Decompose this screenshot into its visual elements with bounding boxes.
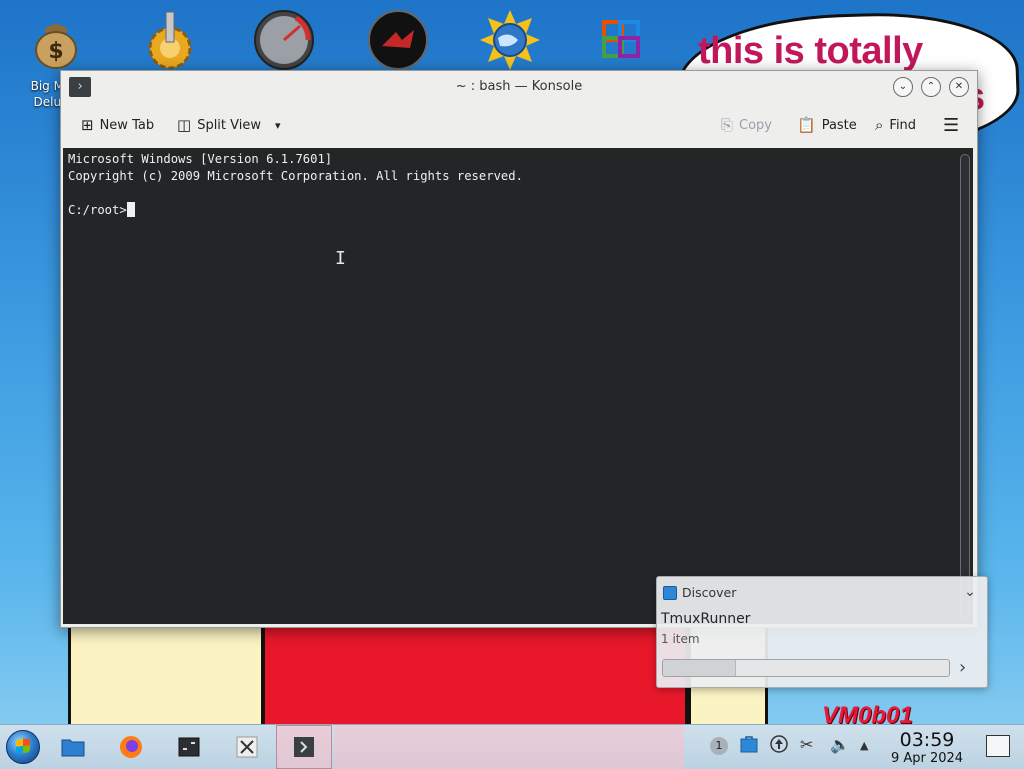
split-view-icon: ◫ [177, 116, 192, 134]
terminal-prompt: C:/root> [68, 203, 127, 217]
search-icon: ⌕ [875, 116, 884, 134]
title-bar[interactable]: › ~ : bash — Konsole ⌄ ⌃ ✕ [61, 71, 977, 103]
update-icon[interactable] [770, 735, 788, 757]
speedometer-icon[interactable] [252, 8, 316, 72]
split-view-label: Split View [197, 117, 261, 133]
tray-expand-icon[interactable]: ▲ [860, 739, 868, 752]
wallpaper-shape-yellow [68, 626, 264, 727]
hamburger-menu-icon[interactable]: ☰ [943, 103, 959, 147]
clock-time: 03:59 [899, 729, 955, 751]
progress-fill [663, 660, 736, 676]
clock[interactable]: 03:59 9 Apr 2024 [882, 729, 972, 767]
taskbar: 1 ✂ 🔈 ▲ 03:59 9 Apr 2024 [0, 724, 1024, 769]
svg-text:$: $ [48, 39, 63, 64]
notification-subtitle: 1 item [661, 632, 700, 646]
bubble-text: this is totally [698, 30, 923, 72]
clock-date: 9 Apr 2024 [890, 751, 964, 766]
notification-title: TmuxRunner [661, 611, 751, 627]
paste-button[interactable]: 📋 Paste [797, 103, 857, 147]
office-icon[interactable] [590, 8, 654, 72]
copy-label: Copy [739, 117, 772, 133]
notification-app: Discover [663, 585, 736, 600]
close-button[interactable]: ✕ [949, 77, 969, 97]
terminal-line-2: Copyright (c) 2009 Microsoft Corporation… [68, 169, 523, 183]
x-app-icon[interactable] [228, 729, 266, 765]
chevron-right-icon[interactable]: › [959, 657, 966, 678]
terminal-area[interactable]: Microsoft Windows [Version 6.1.7601] Cop… [63, 148, 973, 624]
money-bag-icon[interactable]: $ [24, 8, 88, 72]
toolbar: ⊞ New Tab ◫ Split View ▾ ⎘ Copy 📋 Paste … [61, 103, 977, 147]
new-tab-icon: ⊞ [81, 116, 94, 134]
konsole-window[interactable]: › ~ : bash — Konsole ⌄ ⌃ ✕ ⊞ New Tab ◫ S… [60, 70, 978, 628]
chevron-down-icon[interactable]: ▾ [275, 119, 281, 132]
notification-app-name: Discover [682, 585, 737, 600]
maximize-button[interactable]: ⌃ [921, 77, 941, 97]
notification-count-badge[interactable]: 1 [710, 737, 728, 755]
firefox-icon[interactable] [112, 729, 150, 765]
red-disc-icon[interactable] [366, 8, 430, 72]
clipboard-scissors-icon[interactable]: ✂ [800, 735, 813, 754]
terminal-icon[interactable] [170, 729, 208, 765]
terminal-line-1: Microsoft Windows [Version 6.1.7601] [68, 152, 333, 166]
paste-label: Paste [821, 117, 857, 133]
find-label: Find [889, 117, 917, 133]
minimize-button[interactable]: ⌄ [893, 77, 913, 97]
start-button[interactable] [4, 729, 42, 765]
find-button[interactable]: ⌕ Find [875, 103, 916, 147]
text-cursor-icon: I [335, 248, 346, 269]
collapse-icon[interactable]: ⌄ [957, 579, 983, 605]
window-title: ~ : bash — Konsole [455, 79, 583, 94]
progress-bar [662, 659, 950, 677]
job-notification[interactable]: Discover ⌄ TmuxRunner 1 item › [656, 576, 988, 688]
discover-icon [663, 585, 677, 600]
terminal-scrollbar[interactable] [960, 154, 970, 620]
windows-logo-icon [6, 730, 40, 764]
split-view-button[interactable]: ◫ Split View ▾ [177, 103, 281, 147]
gear-icon[interactable] [138, 8, 202, 72]
new-tab-button[interactable]: ⊞ New Tab [81, 103, 154, 147]
wallpaper-shape-red [262, 626, 688, 727]
show-desktop-button[interactable] [986, 735, 1010, 757]
globe-sun-icon[interactable] [478, 8, 542, 72]
copy-icon: ⎘ [721, 116, 734, 134]
file-manager-icon[interactable] [54, 729, 92, 765]
terminal-cursor [126, 202, 135, 217]
paste-icon: 📋 [797, 116, 816, 134]
discover-tray-icon[interactable] [740, 735, 758, 757]
copy-button[interactable]: ⎘ Copy [721, 103, 772, 147]
terminal-output: Microsoft Windows [Version 6.1.7601] Cop… [68, 151, 523, 219]
konsole-task-button[interactable] [276, 725, 332, 769]
volume-icon[interactable]: 🔈 [830, 735, 850, 754]
new-tab-label: New Tab [99, 117, 155, 133]
taskbar-highlight [334, 725, 684, 769]
